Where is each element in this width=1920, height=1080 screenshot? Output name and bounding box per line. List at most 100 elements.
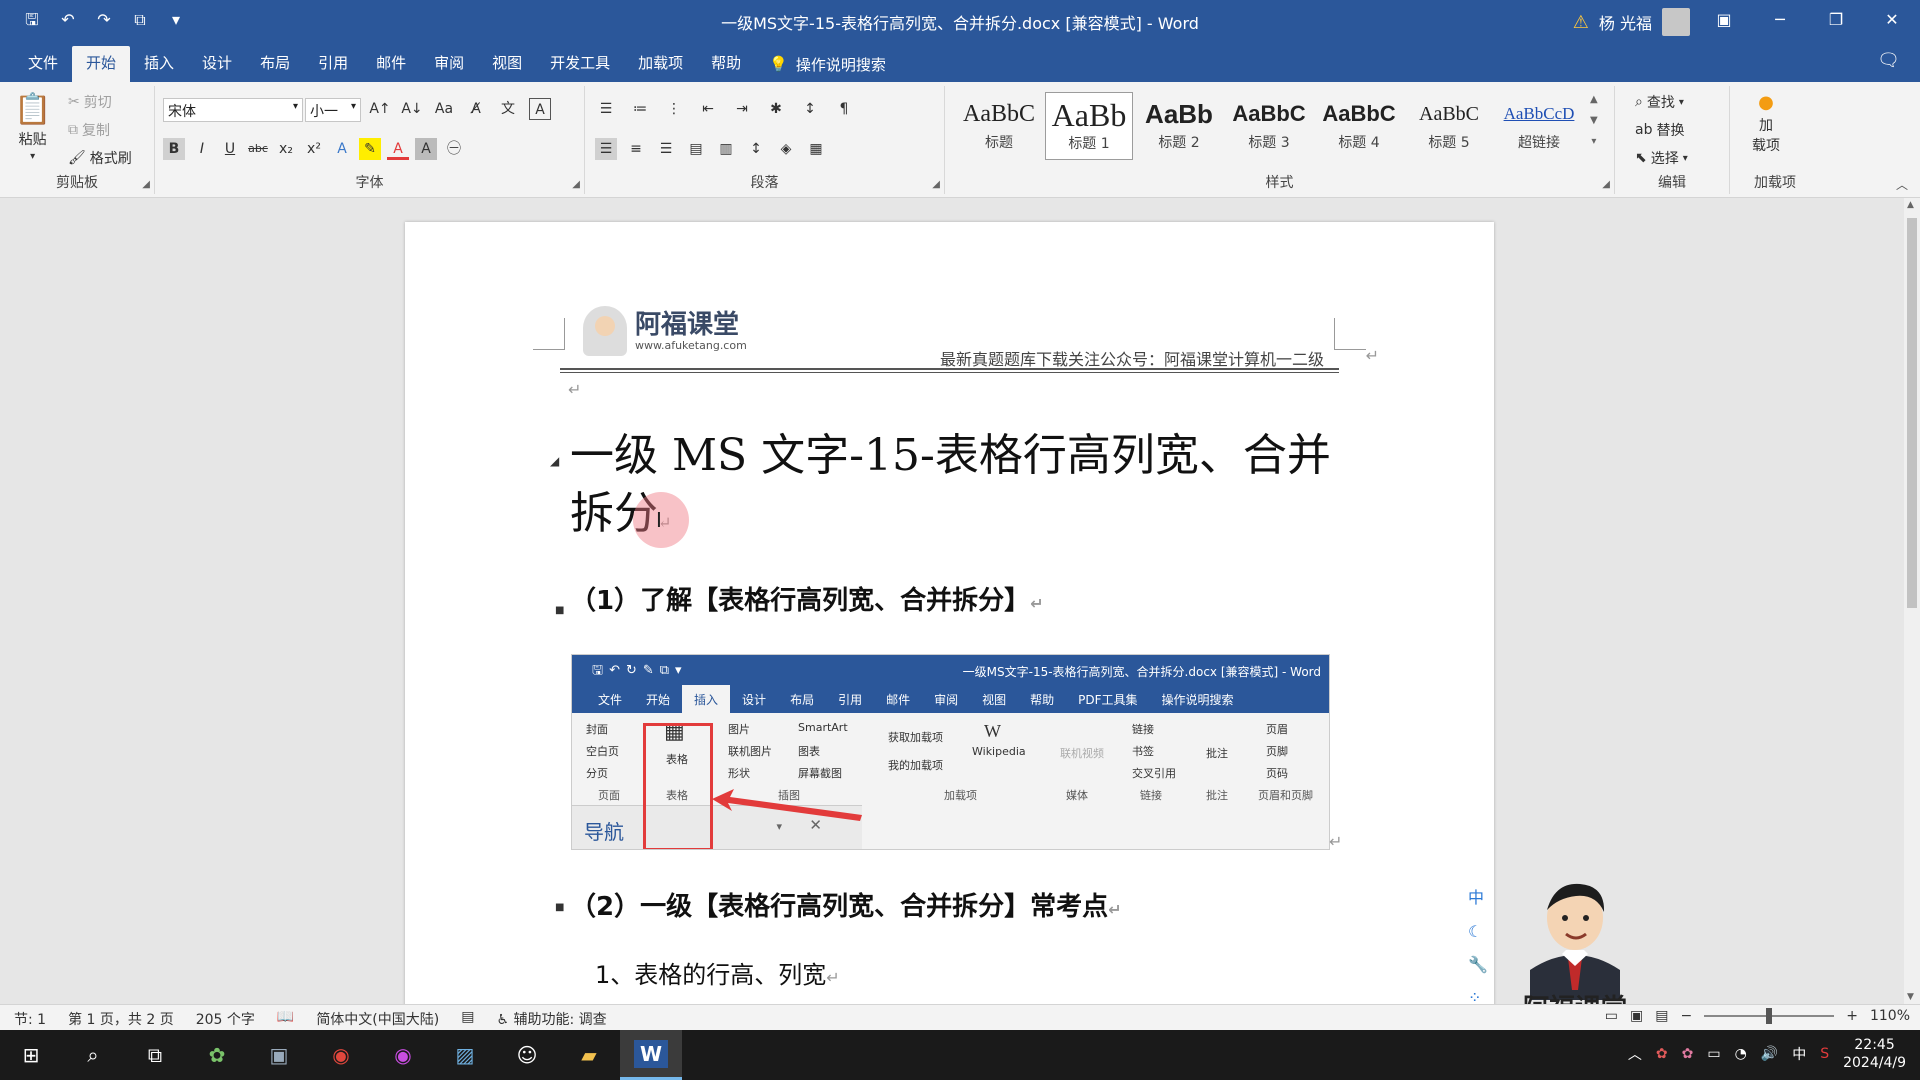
- italic-icon[interactable]: I: [191, 138, 213, 160]
- style-title[interactable]: AaBbC 标题: [955, 92, 1043, 160]
- dialog-launcher-icon[interactable]: ◢: [932, 179, 940, 190]
- document-page[interactable]: 阿福课堂 www.afuketang.com 最新真题题库下载关注公众号：阿福课…: [405, 222, 1494, 1004]
- clear-format-icon[interactable]: A̸: [465, 98, 487, 120]
- numbering-icon[interactable]: ≔: [629, 98, 651, 120]
- heading-2-2[interactable]: （2）一级【表格行高列宽、合并拆分】常考点↵: [570, 886, 1122, 923]
- text-effects-icon[interactable]: A: [331, 138, 353, 160]
- ime-mode-icon[interactable]: 中: [1468, 884, 1488, 908]
- comments-icon[interactable]: 🗨: [1877, 50, 1900, 71]
- style-heading-4[interactable]: AaBbC 标题 4: [1315, 92, 1403, 160]
- multilevel-list-icon[interactable]: ⋮: [663, 98, 685, 120]
- strikethrough-icon[interactable]: abc: [247, 138, 269, 160]
- shading-icon[interactable]: ◈: [775, 138, 797, 160]
- dialog-launcher-icon[interactable]: ◢: [572, 179, 580, 190]
- find-button[interactable]: ⌕ 查找 ▾: [1635, 92, 1684, 112]
- bold-icon[interactable]: B: [163, 138, 185, 160]
- start-button[interactable]: ⊞: [0, 1030, 62, 1080]
- font-size-combo[interactable]: 小一 ▾: [305, 98, 361, 122]
- borders-icon[interactable]: ▦: [805, 138, 827, 160]
- style-heading-5[interactable]: AaBbC 标题 5: [1405, 92, 1493, 160]
- wrench-icon[interactable]: 🔧: [1468, 955, 1488, 974]
- status-language[interactable]: 简体中文(中国大陆): [316, 1009, 439, 1029]
- vertical-scrollbar[interactable]: ▲ ▼: [1904, 198, 1920, 1004]
- clock[interactable]: 22:45 2024/4/9: [1843, 1036, 1906, 1072]
- taskbar-app-color[interactable]: ◉: [372, 1030, 434, 1080]
- taskbar-file-explorer[interactable]: ▰: [558, 1030, 620, 1080]
- line-spacing-icon[interactable]: ↕: [745, 138, 767, 160]
- tell-me-search[interactable]: 💡 操作说明搜索: [755, 46, 900, 82]
- tray-ime[interactable]: 中: [1792, 1044, 1806, 1064]
- chinese-layout-icon[interactable]: ✱: [765, 98, 787, 120]
- heading-3-1[interactable]: 1、表格的行高、列宽↵: [595, 955, 840, 990]
- taskbar-app-avatar[interactable]: ☺: [496, 1030, 558, 1080]
- tab-file[interactable]: 文件: [14, 46, 72, 82]
- tab-home[interactable]: 开始: [72, 46, 131, 82]
- taskbar-app-screen[interactable]: ▣: [248, 1030, 310, 1080]
- tab-design[interactable]: 设计: [188, 46, 246, 82]
- user-name[interactable]: 杨 光福: [1599, 10, 1652, 34]
- format-painter-button[interactable]: 🖌 格式刷: [68, 148, 132, 168]
- print-layout-icon[interactable]: ▣: [1630, 1008, 1643, 1024]
- taskbar-app-flower[interactable]: ✿: [186, 1030, 248, 1080]
- tray-app-icon[interactable]: ✿: [1656, 1046, 1668, 1062]
- scroll-up-icon[interactable]: ▲: [1907, 200, 1914, 210]
- collapse-ribbon-icon[interactable]: ︿: [1896, 176, 1908, 193]
- superscript-icon[interactable]: x²: [303, 138, 325, 160]
- ribbon-display-options-icon[interactable]: ▣: [1696, 0, 1752, 40]
- taskbar-word[interactable]: W: [620, 1030, 682, 1080]
- tab-addins[interactable]: 加载项: [624, 46, 697, 82]
- dialog-launcher-icon[interactable]: ◢: [1602, 179, 1610, 190]
- task-view-button[interactable]: ⧉: [124, 1030, 186, 1080]
- scrollbar-thumb[interactable]: [1907, 218, 1917, 608]
- align-center-icon[interactable]: ≡: [625, 138, 647, 160]
- status-accessibility[interactable]: ♿ 辅助功能: 调查: [496, 1009, 606, 1029]
- justify-icon[interactable]: ▤: [685, 138, 707, 160]
- tab-layout[interactable]: 布局: [246, 46, 304, 82]
- collapse-triangle-icon[interactable]: ◢: [550, 454, 559, 468]
- tab-mailings[interactable]: 邮件: [362, 46, 420, 82]
- style-hyperlink[interactable]: AaBbCcD 超链接: [1495, 92, 1583, 160]
- styles-scroll-up-icon[interactable]: ▲: [1590, 94, 1598, 105]
- decrease-indent-icon[interactable]: ⇤: [697, 98, 719, 120]
- document-title[interactable]: 一级 MS 文字-15-表格行高列宽、合并拆分↵: [570, 427, 1350, 552]
- underline-icon[interactable]: U: [219, 138, 241, 160]
- volume-icon[interactable]: 🔊: [1761, 1046, 1778, 1062]
- replace-button[interactable]: ab 替换: [1635, 120, 1684, 140]
- addins-button[interactable]: ● 加 载项: [1752, 92, 1780, 155]
- grow-font-icon[interactable]: A↑: [369, 98, 391, 120]
- change-case-icon[interactable]: Aa: [433, 98, 455, 120]
- align-left-icon[interactable]: ☰: [595, 138, 617, 160]
- sort-icon[interactable]: ↕: [799, 98, 821, 120]
- select-button[interactable]: ⬉ 选择 ▾: [1635, 148, 1688, 168]
- style-heading-1[interactable]: AaBb 标题 1: [1045, 92, 1133, 160]
- taskbar-search[interactable]: ⌕: [62, 1030, 124, 1080]
- close-button[interactable]: ✕: [1864, 0, 1920, 40]
- zoom-slider[interactable]: [1704, 1008, 1835, 1024]
- character-shading-icon[interactable]: A: [415, 138, 437, 160]
- zoom-slider-thumb[interactable]: [1766, 1008, 1773, 1024]
- dialog-launcher-icon[interactable]: ◢: [142, 179, 150, 190]
- tab-references[interactable]: 引用: [304, 46, 362, 82]
- increase-indent-icon[interactable]: ⇥: [731, 98, 753, 120]
- tray-app2-icon[interactable]: ✿: [1682, 1046, 1694, 1062]
- avatar[interactable]: [1662, 8, 1690, 36]
- style-heading-2[interactable]: AaBb 标题 2: [1135, 92, 1223, 160]
- taskbar-chrome[interactable]: ◉: [310, 1030, 372, 1080]
- tab-review[interactable]: 审阅: [420, 46, 478, 82]
- font-name-combo[interactable]: 宋体 ▾: [163, 98, 303, 122]
- web-layout-icon[interactable]: ▤: [1655, 1008, 1668, 1024]
- shrink-font-icon[interactable]: A↓: [401, 98, 423, 120]
- status-page[interactable]: 第 1 页，共 2 页: [68, 1009, 174, 1029]
- macro-icon[interactable]: ▤: [461, 1009, 474, 1029]
- zoom-in-icon[interactable]: +: [1846, 1008, 1858, 1024]
- dots-icon[interactable]: ⁘: [1468, 988, 1488, 1004]
- taskbar-app-image[interactable]: ▨: [434, 1030, 496, 1080]
- status-word-count[interactable]: 205 个字: [196, 1009, 255, 1029]
- enclose-characters-icon[interactable]: ㊀: [443, 138, 465, 160]
- tab-insert[interactable]: 插入: [130, 46, 188, 82]
- highlight-icon[interactable]: ✎: [359, 138, 381, 160]
- show-marks-icon[interactable]: ¶: [833, 98, 855, 120]
- battery-icon[interactable]: ▭: [1707, 1046, 1720, 1062]
- status-section[interactable]: 节: 1: [14, 1009, 46, 1029]
- sogou-icon[interactable]: S: [1820, 1046, 1829, 1062]
